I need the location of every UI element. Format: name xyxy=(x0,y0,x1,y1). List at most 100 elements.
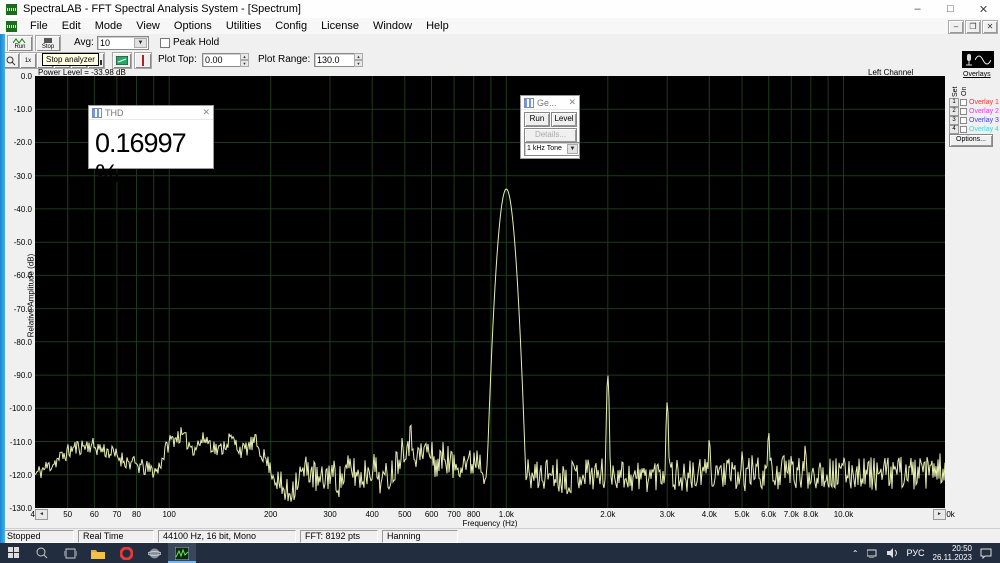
windows-logo-icon xyxy=(8,547,20,559)
plot-top-input[interactable]: 0.00 xyxy=(202,53,242,67)
menu-window[interactable]: Window xyxy=(366,19,419,33)
overlay-on-checkbox-2[interactable] xyxy=(960,108,967,115)
menu-bar: FileEditModeViewOptionsUtilitiesConfigLi… xyxy=(0,18,1000,35)
overlay-label-4: Overlay 4 xyxy=(969,126,999,133)
y-tick--110.0: -110.0 xyxy=(2,438,32,447)
menu-view[interactable]: View xyxy=(129,19,167,33)
generator-level-button[interactable]: Level xyxy=(551,112,577,127)
run-button-label: Run xyxy=(14,44,25,50)
task-view-button[interactable] xyxy=(56,543,84,563)
overlay-set-button-2[interactable]: 2 xyxy=(949,107,959,116)
generator-toolbar-icon[interactable] xyxy=(962,51,994,68)
menu-file[interactable]: File xyxy=(23,19,55,33)
marker-button[interactable] xyxy=(134,52,152,69)
overlays-options-button[interactable]: Options... xyxy=(949,134,993,147)
peak-hold-checkbox[interactable] xyxy=(160,38,170,48)
thd-dialog[interactable]: THD ✕ 0.16997 % xyxy=(88,105,214,169)
app-icon xyxy=(6,4,17,15)
file-explorer-button[interactable] xyxy=(84,543,112,563)
x-tick-4.0k: 4.0k xyxy=(692,510,726,519)
plot-range-input[interactable]: 130.0 xyxy=(314,53,356,67)
x-tick-200: 200 xyxy=(254,510,288,519)
overlay-set-button-1[interactable]: 1 xyxy=(949,98,959,107)
x-tick-400: 400 xyxy=(355,510,389,519)
mdi-minimize-button[interactable]: – xyxy=(948,20,964,34)
avg-select[interactable]: 10 ▼ xyxy=(97,36,149,50)
app-shortcut-button[interactable] xyxy=(140,543,168,563)
overlay-on-checkbox-1[interactable] xyxy=(960,99,967,106)
run-button[interactable]: Run xyxy=(7,35,33,52)
generator-window-icon xyxy=(524,98,534,108)
toolbar-main: Run Stop Avg: 10 ▼ Peak Hold xyxy=(0,34,1000,52)
opera-browser-button[interactable] xyxy=(112,543,140,563)
overlays-col-on: On xyxy=(961,87,968,96)
language-indicator[interactable]: РУС xyxy=(907,548,925,558)
network-icon[interactable] xyxy=(867,548,879,558)
x-tick-800: 800 xyxy=(457,510,491,519)
scroll-right-button[interactable]: ► xyxy=(933,509,946,520)
generator-dialog[interactable]: Ge... ✕ Run Level Details... 1 kHz Tone … xyxy=(520,95,580,159)
taskbar-date: 26.11.2023 xyxy=(933,553,972,562)
menu-help[interactable]: Help xyxy=(419,19,456,33)
menu-edit[interactable]: Edit xyxy=(55,19,88,33)
start-button[interactable] xyxy=(0,543,28,563)
spectrum-window: Power Level = -33.98 dB Left Channel Rel… xyxy=(0,69,1000,528)
y-tick--120.0: -120.0 xyxy=(2,471,32,480)
y-tick--50.0: -50.0 xyxy=(2,238,32,247)
status-panel-3: FFT: 8192 pts xyxy=(300,530,378,543)
overlay-set-button-4[interactable]: 4 xyxy=(949,125,959,134)
overlay-label-2: Overlay 2 xyxy=(969,108,999,115)
y-tick-0.0: 0.0 xyxy=(2,72,32,81)
plot-top-label: Plot Top: xyxy=(158,54,197,65)
generator-close-icon[interactable]: ✕ xyxy=(568,97,576,108)
avg-value: 10 xyxy=(100,38,110,48)
time-series-button[interactable]: 1x xyxy=(19,52,37,69)
x-tick-300: 300 xyxy=(313,510,347,519)
spectralab-taskbar-button[interactable] xyxy=(168,543,196,563)
menu-license[interactable]: License xyxy=(314,19,366,33)
maximize-button[interactable]: □ xyxy=(934,0,967,18)
plot-range-spinner[interactable]: ▲▼ xyxy=(354,53,363,67)
overlay-on-checkbox-3[interactable] xyxy=(960,117,967,124)
avg-label: Avg: xyxy=(74,37,94,48)
generator-title: Ge... xyxy=(537,98,557,108)
thd-title-bar[interactable]: THD ✕ xyxy=(89,106,213,120)
generator-run-button[interactable]: Run xyxy=(524,112,550,127)
tray-chevron-icon[interactable]: ⌃ xyxy=(852,549,859,558)
y-tick--60.0: -60.0 xyxy=(2,271,32,280)
menu-utilities[interactable]: Utilities xyxy=(219,19,268,33)
menu-mode[interactable]: Mode xyxy=(88,19,130,33)
speaker-icon[interactable] xyxy=(887,548,899,558)
taskbar-search-button[interactable] xyxy=(28,543,56,563)
action-center-icon[interactable] xyxy=(980,548,992,559)
menu-options[interactable]: Options xyxy=(167,19,219,33)
status-panel-1: Real Time xyxy=(78,530,154,543)
generator-title-bar[interactable]: Ge... ✕ xyxy=(521,96,579,110)
y-tick--90.0: -90.0 xyxy=(2,371,32,380)
overlays-header: Overlays xyxy=(963,71,1000,78)
generator-tone-dropdown-arrow-icon[interactable]: ▼ xyxy=(567,144,578,154)
thd-title: THD xyxy=(105,108,124,118)
mdi-close-button[interactable]: ✕ xyxy=(982,20,998,34)
generator-tone-select[interactable]: 1 kHz Tone ▼ xyxy=(524,142,580,156)
background-window-edge xyxy=(0,34,5,543)
avg-dropdown-arrow-icon[interactable]: ▼ xyxy=(134,38,147,48)
close-button[interactable]: ✕ xyxy=(967,0,1000,18)
overlay-label-1: Overlay 1 xyxy=(969,99,999,106)
task-view-icon xyxy=(64,548,77,559)
plot-top-spinner[interactable]: ▲▼ xyxy=(240,53,249,67)
scroll-left-button[interactable]: ◄ xyxy=(35,509,48,520)
status-panel-4: Hanning xyxy=(382,530,458,543)
system-tray: ⌃ РУС 20:50 26.11.2023 xyxy=(852,544,1000,562)
taskbar-clock[interactable]: 20:50 26.11.2023 xyxy=(933,544,972,562)
thd-close-icon[interactable]: ✕ xyxy=(202,107,210,118)
stop-button[interactable]: Stop xyxy=(35,35,61,52)
menu-config[interactable]: Config xyxy=(268,19,314,33)
overlay-on-checkbox-4[interactable] xyxy=(960,126,967,133)
display-options-button[interactable] xyxy=(112,52,132,69)
x-tick-1.0k: 1.0k xyxy=(489,510,523,519)
minimize-button[interactable]: – xyxy=(901,0,934,18)
mdi-restore-button[interactable]: ❐ xyxy=(965,20,981,34)
overlay-set-button-3[interactable]: 3 xyxy=(949,116,959,125)
sine-wave-icon xyxy=(975,54,991,66)
